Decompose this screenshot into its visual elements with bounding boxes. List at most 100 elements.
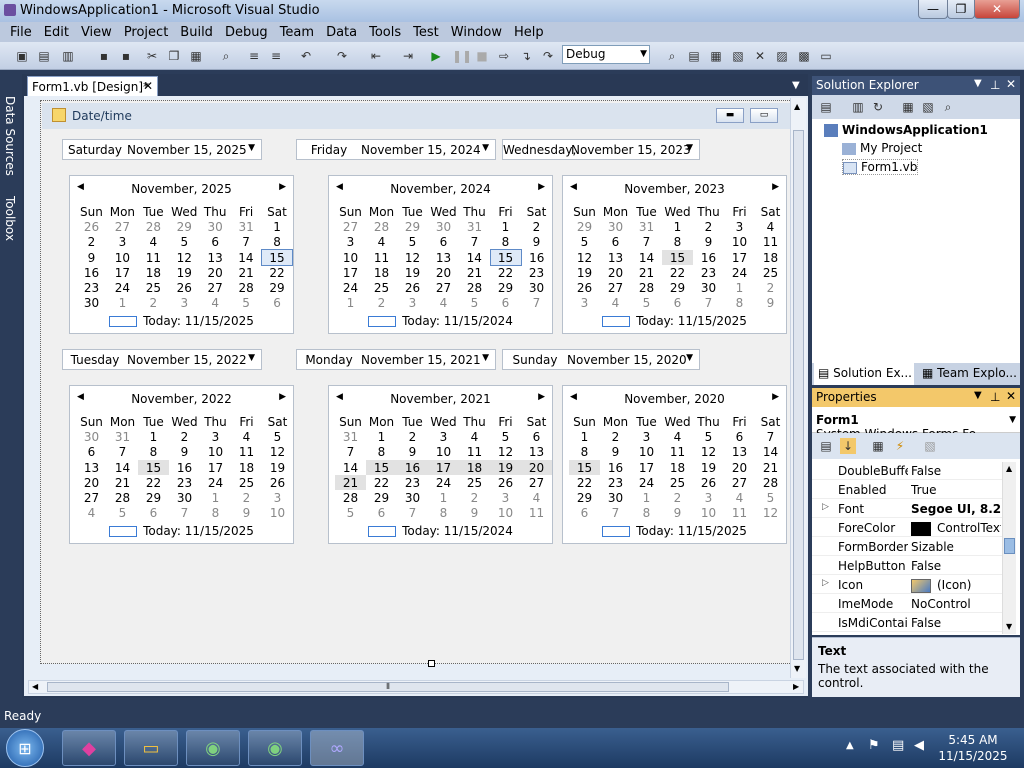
calendar-day[interactable]: 11 xyxy=(231,445,262,460)
calendar-day[interactable]: 18 xyxy=(459,459,490,476)
tree-item-form1[interactable]: Form1.vb xyxy=(842,159,919,175)
calendar-day[interactable]: 22 xyxy=(262,265,293,280)
calendar-day[interactable]: 6 xyxy=(428,235,459,250)
calendar-day[interactable]: 10 xyxy=(428,445,459,460)
properties-icon[interactable]: ▤ xyxy=(818,99,834,115)
calendar-day[interactable]: 7 xyxy=(335,445,366,460)
close-icon[interactable]: ✕ xyxy=(1006,389,1016,403)
menu-item-project[interactable]: Project xyxy=(118,25,174,40)
data-sources-tab[interactable]: Data Sources xyxy=(3,96,17,176)
calendar-day[interactable]: 6 xyxy=(724,429,755,444)
calendar-day[interactable]: 30 xyxy=(169,490,200,505)
calendar-day[interactable]: 26 xyxy=(262,475,293,490)
show-hidden-icons-icon[interactable]: ▲ xyxy=(846,740,854,751)
active-files-dropdown-icon[interactable]: ▼ xyxy=(792,80,800,91)
step-into-icon[interactable]: ↴ xyxy=(518,48,534,64)
taskbar-app-icon[interactable]: ◆ xyxy=(62,730,116,766)
today-footer[interactable]: Today: 11/15/2025 xyxy=(70,524,293,538)
find-in-files-icon[interactable]: ⌕ xyxy=(664,48,680,64)
calendar-day[interactable]: 1 xyxy=(569,429,600,444)
calendar-day[interactable]: 3 xyxy=(724,219,755,234)
calendar-day[interactable]: 30 xyxy=(428,219,459,234)
extension-manager-icon[interactable]: ▨ xyxy=(774,48,790,64)
calendar-day[interactable]: 11 xyxy=(521,506,552,521)
calendar-day[interactable]: 1 xyxy=(724,280,755,295)
calendar-day[interactable]: 8 xyxy=(428,506,459,521)
calendar-day[interactable]: 6 xyxy=(569,506,600,521)
browser-icon[interactable]: ◉ xyxy=(248,730,302,766)
calendar-day[interactable]: 2 xyxy=(76,235,107,250)
calendar-day[interactable]: 24 xyxy=(724,265,755,280)
calendar-header[interactable]: November, 2022 xyxy=(70,392,293,406)
calendar-day[interactable]: 12 xyxy=(169,250,200,265)
calendar-day[interactable]: 2 xyxy=(600,429,631,444)
date-time-picker[interactable]: Friday November 15, 2024 ▼ xyxy=(296,139,496,160)
calendar-day[interactable]: 4 xyxy=(662,429,693,444)
calendar-day[interactable]: 8 xyxy=(662,235,693,250)
scroll-up-icon[interactable]: ▲ xyxy=(1006,464,1012,473)
calendar-day[interactable]: 10 xyxy=(107,250,138,265)
calendar-day[interactable]: 2 xyxy=(521,219,552,234)
calendar-day[interactable]: 5 xyxy=(490,429,521,444)
calendar-day[interactable]: 19 xyxy=(490,459,521,476)
calendar-day[interactable]: 15 xyxy=(662,249,693,266)
calendar-day[interactable]: 25 xyxy=(366,280,397,295)
scroll-down-icon[interactable]: ▼ xyxy=(794,664,800,673)
calendar-day[interactable]: 17 xyxy=(200,460,231,475)
calendar-day[interactable]: 25 xyxy=(138,280,169,295)
calendar-day[interactable]: 11 xyxy=(138,250,169,265)
calendar-day[interactable]: 16 xyxy=(521,250,552,265)
scrollbar-thumb[interactable] xyxy=(1004,538,1015,554)
calendar-day[interactable]: 5 xyxy=(262,429,293,444)
calendar-day[interactable]: 15 xyxy=(489,249,522,266)
calendar-day[interactable]: 14 xyxy=(335,460,366,475)
calendar-day[interactable]: 15 xyxy=(366,459,397,476)
calendar-day[interactable]: 12 xyxy=(397,250,428,265)
calendar-day[interactable]: 7 xyxy=(107,445,138,460)
calendar-day[interactable]: 5 xyxy=(335,506,366,521)
calendar-day[interactable]: 30 xyxy=(693,280,724,295)
date-time-picker[interactable]: Monday November 15, 2021 ▼ xyxy=(296,349,496,370)
calendar-day[interactable]: 23 xyxy=(600,475,631,490)
calendar-day[interactable]: 3 xyxy=(200,429,231,444)
events-icon[interactable]: ⚡ xyxy=(892,438,908,454)
class-diagram-icon[interactable]: ⌕ xyxy=(940,99,956,115)
calendar-day[interactable]: 9 xyxy=(169,445,200,460)
calendar-day[interactable]: 1 xyxy=(262,219,293,234)
calendar-day[interactable]: 26 xyxy=(569,280,600,295)
stop-debugging-icon[interactable]: ■ xyxy=(474,48,490,64)
paste-icon[interactable]: ▦ xyxy=(188,48,204,64)
visual-studio-taskbar-icon[interactable]: ∞ xyxy=(310,730,364,766)
calendar-day[interactable]: 3 xyxy=(107,235,138,250)
calendar-day[interactable]: 24 xyxy=(428,475,459,490)
calendar-day[interactable]: 19 xyxy=(569,265,600,280)
calendar-day[interactable]: 16 xyxy=(76,265,107,280)
calendar-day[interactable]: 1 xyxy=(428,490,459,505)
calendar-day[interactable]: 27 xyxy=(724,475,755,490)
property-row[interactable]: IsMdiContain False xyxy=(812,613,1002,632)
calendar-day[interactable]: 20 xyxy=(200,265,231,280)
calendar-day[interactable]: 5 xyxy=(693,429,724,444)
calendar-day[interactable]: 6 xyxy=(662,296,693,311)
calendar-day[interactable]: 12 xyxy=(693,445,724,460)
calendar-day[interactable]: 23 xyxy=(521,265,552,280)
calendar-day[interactable]: 29 xyxy=(490,280,521,295)
calendar-day[interactable]: 15 xyxy=(261,249,293,266)
toolbox-icon[interactable]: ✕ xyxy=(752,48,768,64)
calendar-day[interactable]: 27 xyxy=(200,280,231,295)
calendar-day[interactable]: 9 xyxy=(693,235,724,250)
scrollbar-thumb[interactable] xyxy=(793,130,804,660)
calendar-day[interactable]: 7 xyxy=(397,506,428,521)
calendar-day[interactable]: 20 xyxy=(76,475,107,490)
calendar-day[interactable]: 5 xyxy=(459,296,490,311)
categorized-icon[interactable]: ▤ xyxy=(818,438,834,454)
calendar-day[interactable]: 25 xyxy=(459,475,490,490)
calendar-day[interactable]: 29 xyxy=(397,219,428,234)
calendar-day[interactable]: 22 xyxy=(569,475,600,490)
calendar-day[interactable]: 29 xyxy=(138,490,169,505)
next-month-icon[interactable]: ▶ xyxy=(279,182,286,192)
calendar-day[interactable]: 7 xyxy=(231,235,262,250)
calendar-day[interactable]: 27 xyxy=(76,490,107,505)
calendar-day[interactable]: 25 xyxy=(662,475,693,490)
network-icon[interactable]: ▤ xyxy=(892,738,904,753)
